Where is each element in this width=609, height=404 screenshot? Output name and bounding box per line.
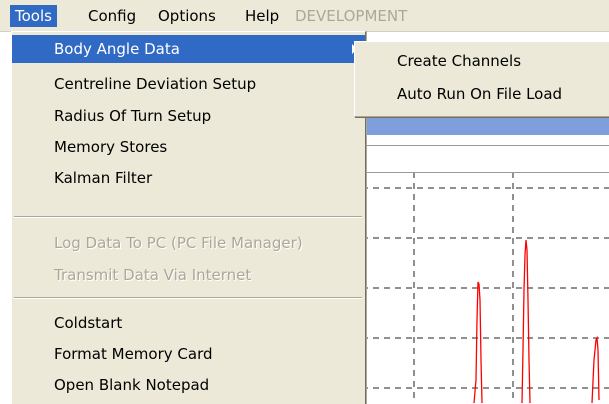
menu-item-transmit-data-via-internet: Transmit Data Via Internet <box>12 261 365 289</box>
menu-item-label: Coldstart <box>54 314 123 332</box>
menu-item-kalman-filter[interactable]: Kalman Filter <box>12 164 365 192</box>
menu-item-label: Body Angle Data <box>54 40 180 58</box>
menu-item-centreline-deviation-setup[interactable]: Centreline Deviation Setup <box>12 70 365 98</box>
tools-dropdown: Body Angle Data Centreline Deviation Set… <box>11 31 366 404</box>
menu-item-radius-of-turn-setup[interactable]: Radius Of Turn Setup <box>12 102 365 130</box>
menu-item-label: Open Blank Notepad <box>54 376 210 394</box>
menu-item-label: Format Memory Card <box>54 345 213 363</box>
menu-item-label: Memory Stores <box>54 138 168 156</box>
menu-item-log-data-to-pc: Log Data To PC (PC File Manager) <box>12 229 365 257</box>
menu-item-label: Kalman Filter <box>54 169 153 187</box>
data-trace <box>473 281 483 403</box>
menu-item-label: Auto Run On File Load <box>397 85 563 103</box>
menu-item-label: Transmit Data Via Internet <box>54 266 252 284</box>
menu-bar: Tools Config Options Help DEVELOPMENT <box>0 0 609 32</box>
menu-item-coldstart[interactable]: Coldstart <box>12 309 365 337</box>
body-angle-data-submenu: Create Channels Auto Run On File Load <box>354 41 609 117</box>
menu-item-auto-run-on-file-load[interactable]: Auto Run On File Load <box>355 80 609 108</box>
menu-item-label: Centreline Deviation Setup <box>54 75 257 93</box>
menu-help[interactable]: Help <box>240 6 284 26</box>
menu-item-open-blank-notepad[interactable]: Open Blank Notepad <box>12 371 365 399</box>
menu-development: DEVELOPMENT <box>295 7 408 25</box>
menu-separator <box>14 297 362 299</box>
menu-item-create-channels[interactable]: Create Channels <box>355 47 609 75</box>
menu-tools[interactable]: Tools <box>10 5 57 27</box>
menu-item-label: Create Channels <box>397 52 522 70</box>
menu-options[interactable]: Options <box>153 6 221 26</box>
plot-top-border <box>360 172 609 173</box>
menu-config[interactable]: Config <box>83 6 141 26</box>
menu-item-label: Log Data To PC (PC File Manager) <box>54 234 303 252</box>
menu-item-body-angle-data[interactable]: Body Angle Data <box>12 35 365 63</box>
data-trace <box>521 239 531 403</box>
data-trace <box>591 335 600 403</box>
menu-item-format-memory-card[interactable]: Format Memory Card <box>12 340 365 368</box>
menu-item-memory-stores[interactable]: Memory Stores <box>12 133 365 161</box>
menu-item-label: Radius Of Turn Setup <box>54 107 212 125</box>
menu-separator <box>14 216 362 218</box>
